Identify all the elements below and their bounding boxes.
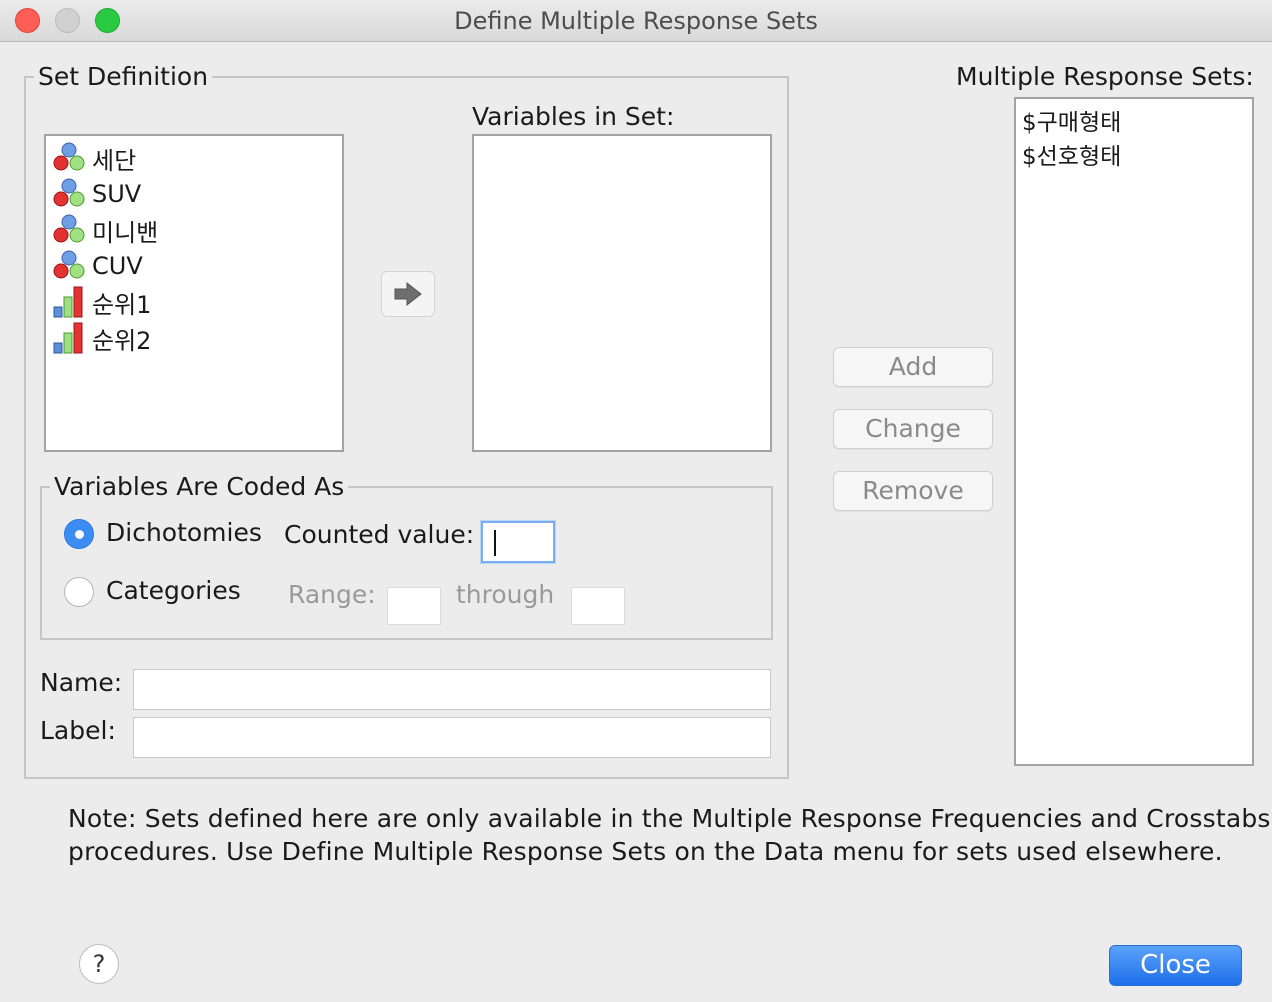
set-definition-legend: Set Definition — [34, 62, 213, 91]
through-label: through — [456, 580, 555, 609]
list-item[interactable]: CUV — [52, 249, 143, 283]
text-cursor — [494, 530, 496, 556]
list-item[interactable]: 세단 — [52, 141, 136, 175]
list-item[interactable]: $선호형태 — [1022, 137, 1121, 171]
change-button[interactable]: Change — [833, 409, 993, 449]
ordinal-icon — [53, 322, 83, 354]
title-bar: Define Multiple Response Sets — [0, 0, 1272, 42]
list-item[interactable]: 순위2 — [52, 321, 151, 355]
note-text: Note: Sets defined here are only availab… — [68, 802, 1271, 868]
multiple-response-sets-list[interactable]: $구매형태 $선호형태 — [1014, 97, 1254, 766]
list-item[interactable]: 미니밴 — [52, 213, 158, 247]
coded-as-legend: Variables Are Coded As — [50, 472, 349, 501]
multiple-response-sets-label: Multiple Response Sets: — [956, 62, 1254, 91]
dichotomies-radio[interactable] — [64, 519, 94, 549]
range-label: Range: — [288, 580, 376, 609]
move-to-set-button[interactable] — [381, 271, 435, 317]
counted-value-label: Counted value: — [284, 520, 475, 549]
remove-button[interactable]: Remove — [833, 471, 993, 511]
window-title: Define Multiple Response Sets — [454, 7, 818, 35]
label-input[interactable] — [133, 717, 771, 758]
list-item[interactable]: 순위1 — [52, 285, 151, 319]
help-button[interactable]: ? — [79, 944, 119, 984]
arrow-right-icon — [394, 281, 422, 307]
nominal-icon — [53, 142, 85, 171]
label-label: Label: — [40, 716, 116, 745]
categories-radio[interactable] — [64, 577, 94, 607]
note-line-1: Note: Sets defined here are only availab… — [68, 804, 1271, 833]
range-from-input[interactable] — [387, 587, 441, 625]
dichotomies-label[interactable]: Dichotomies — [106, 518, 262, 547]
name-label: Name: — [40, 668, 123, 697]
add-button[interactable]: Add — [833, 347, 993, 387]
list-item[interactable]: SUV — [52, 177, 141, 211]
nominal-icon — [53, 250, 85, 279]
variables-in-set-label: Variables in Set: — [472, 102, 675, 131]
categories-label[interactable]: Categories — [106, 576, 241, 605]
source-variable-list[interactable]: 세단 SUV 미니밴 CUV 순위1 순위2 — [44, 134, 344, 452]
list-item[interactable]: $구매형태 — [1022, 103, 1121, 137]
counted-value-input[interactable] — [481, 521, 555, 563]
close-button[interactable]: Close — [1109, 945, 1242, 986]
variables-in-set-list[interactable] — [472, 134, 772, 452]
name-input[interactable] — [133, 669, 771, 710]
nominal-icon — [53, 214, 85, 243]
note-line-2: procedures. Use Define Multiple Response… — [68, 837, 1223, 866]
range-to-input[interactable] — [571, 587, 625, 625]
ordinal-icon — [53, 286, 83, 318]
nominal-icon — [53, 178, 85, 207]
